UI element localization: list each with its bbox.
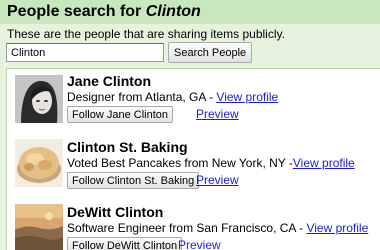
view-profile-link[interactable]: View profile	[216, 90, 278, 104]
result-description: Software Engineer from San Francisco, CA…	[67, 221, 368, 235]
result-description: Designer from Atlanta, GA - View profile	[67, 90, 278, 104]
list-item: Jane Clinton Designer from Atlanta, GA -…	[7, 69, 380, 131]
page-title: People search for Clinton	[0, 0, 380, 24]
list-item: Clinton St. Baking Voted Best Pancakes f…	[7, 131, 380, 193]
preview-link[interactable]: Preview	[196, 173, 239, 187]
intro-text: These are the people that are sharing it…	[7, 27, 285, 41]
result-description-text: Voted Best Pancakes from New York, NY -	[67, 156, 293, 170]
search-input[interactable]	[6, 43, 164, 62]
search-people-button[interactable]: Search People	[168, 42, 253, 63]
view-profile-link[interactable]: View profile	[293, 156, 355, 170]
preview-link[interactable]: Preview	[196, 107, 239, 121]
result-description-text: Designer from Atlanta, GA -	[67, 90, 217, 104]
list-item: DeWitt Clinton Software Engineer from Sa…	[7, 193, 380, 250]
page-title-prefix: People search for	[7, 3, 142, 20]
biscuit-photo[interactable]	[15, 139, 63, 187]
follow-button[interactable]: Follow Jane Clinton	[67, 106, 173, 123]
search-panel: These are the people that are sharing it…	[0, 24, 380, 250]
result-description: Voted Best Pancakes from New York, NY -V…	[67, 156, 355, 170]
result-name: DeWitt Clinton	[67, 204, 164, 220]
page-title-query: Clinton	[145, 3, 201, 20]
view-profile-link[interactable]: View profile	[306, 221, 368, 235]
follow-button[interactable]: Follow DeWitt Clinton	[67, 237, 183, 250]
follow-button[interactable]: Follow Clinton St. Baking	[67, 172, 200, 189]
result-description-text: Software Engineer from San Francisco, CA…	[67, 221, 307, 235]
landscape-photo[interactable]	[15, 204, 63, 250]
result-name: Clinton St. Baking	[67, 139, 188, 155]
portrait-photo[interactable]	[15, 75, 63, 123]
results-list: Jane Clinton Designer from Atlanta, GA -…	[6, 68, 380, 250]
result-name: Jane Clinton	[67, 73, 152, 89]
preview-link[interactable]: Preview	[178, 238, 221, 250]
